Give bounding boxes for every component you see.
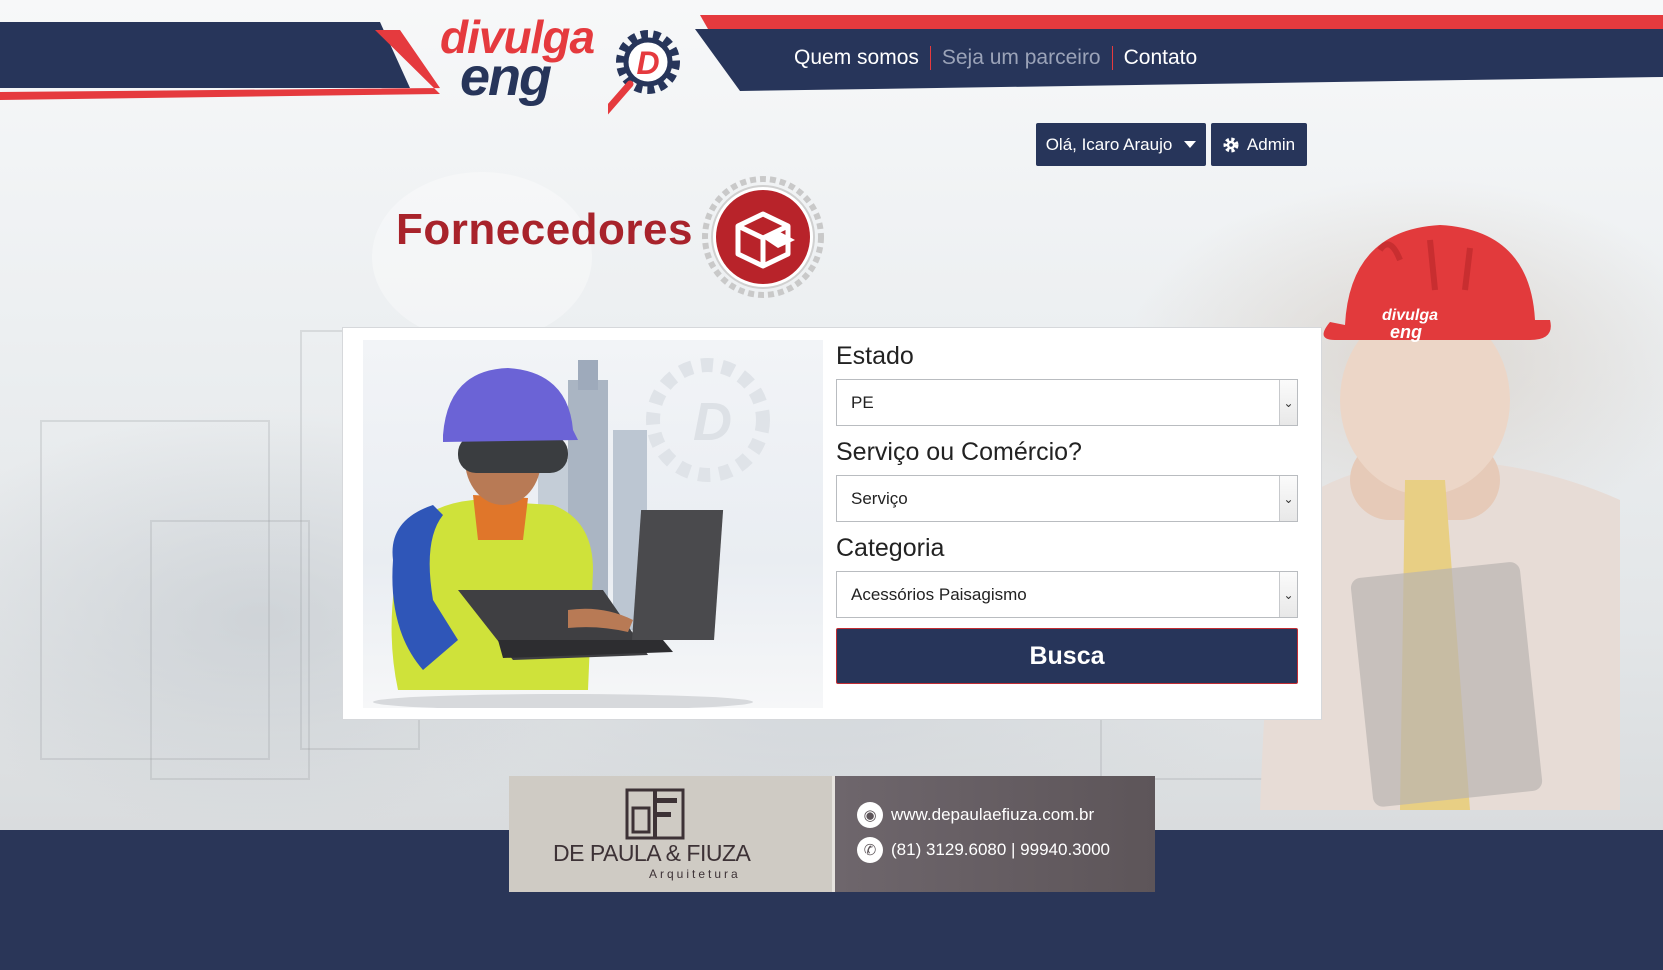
estado-select[interactable]: PE ⌄ [836, 379, 1298, 426]
caret-down-icon [1184, 141, 1197, 148]
header-accent-right [700, 15, 1663, 29]
nav-contato[interactable]: Contato [1113, 46, 1209, 70]
advertisement-banner[interactable]: DE PAULA & FIUZA Arquitetura ◉ www.depau… [509, 776, 1155, 892]
logo-text-bottom: eng [460, 47, 552, 107]
search-form: Estado PE ⌄ Serviço ou Comércio? Serviço… [836, 338, 1298, 684]
user-greeting: Olá, Icaro Araujo [1045, 134, 1173, 154]
globe-icon: ◉ [857, 802, 883, 828]
ad-phone-line: ✆ (81) 3129.6080 | 99940.3000 [857, 837, 1110, 863]
tipo-value: Serviço [851, 488, 908, 508]
busca-button[interactable]: Busca [836, 628, 1298, 684]
svg-text:D: D [693, 392, 732, 452]
admin-button[interactable]: Admin [1211, 123, 1307, 166]
ad-brand-panel: DE PAULA & FIUZA Arquitetura [509, 776, 832, 892]
header-bar-left [0, 22, 410, 88]
site-logo[interactable]: divulga eng D [430, 10, 690, 120]
categoria-value: Acessórios Paisagismo [851, 584, 1027, 604]
estado-value: PE [851, 392, 874, 412]
gear-icon [1223, 137, 1239, 152]
categoria-select[interactable]: Acessórios Paisagismo ⌄ [836, 571, 1298, 618]
estado-label: Estado [836, 342, 914, 370]
tipo-label: Serviço ou Comércio? [836, 438, 1082, 466]
ad-brand-sub: Arquitetura [649, 867, 741, 881]
engineer-laptop-image: D [363, 340, 823, 708]
ad-website: www.depaulaefiuza.com.br [891, 805, 1095, 824]
admin-label: Admin [1246, 134, 1296, 154]
search-panel: D Estado PE ⌄ Serviço ou Comércio? Servi… [342, 327, 1322, 720]
nav-seja-parceiro[interactable]: Seja um parceiro [931, 46, 1112, 70]
svg-text:eng: eng [1390, 322, 1422, 342]
logo-badge-letter: D [636, 45, 659, 81]
architect-logo-mark [625, 788, 685, 840]
ad-phone: (81) 3129.6080 | 99940.3000 [891, 840, 1110, 859]
chevron-down-icon: ⌄ [1279, 476, 1297, 521]
phone-icon: ✆ [857, 837, 883, 863]
user-menu-button[interactable]: Olá, Icaro Araujo [1036, 123, 1206, 166]
decorative-circle [372, 172, 592, 342]
tipo-select[interactable]: Serviço ⌄ [836, 475, 1298, 522]
chevron-down-icon: ⌄ [1279, 572, 1297, 617]
page-title: Fornecedores [396, 205, 693, 254]
ad-website-line: ◉ www.depaulaefiuza.com.br [857, 802, 1094, 828]
nav-quem-somos[interactable]: Quem somos [790, 46, 930, 70]
chevron-down-icon: ⌄ [1279, 380, 1297, 425]
box-gear-icon [702, 176, 824, 298]
categoria-label: Categoria [836, 534, 945, 562]
main-nav: Quem somos Seja um parceiro Contato [790, 43, 1208, 73]
gear-magnifier-icon: D [608, 30, 680, 115]
ad-brand-name: DE PAULA & FIUZA [553, 840, 751, 866]
ad-contact-panel: ◉ www.depaulaefiuza.com.br ✆ (81) 3129.6… [832, 776, 1155, 892]
